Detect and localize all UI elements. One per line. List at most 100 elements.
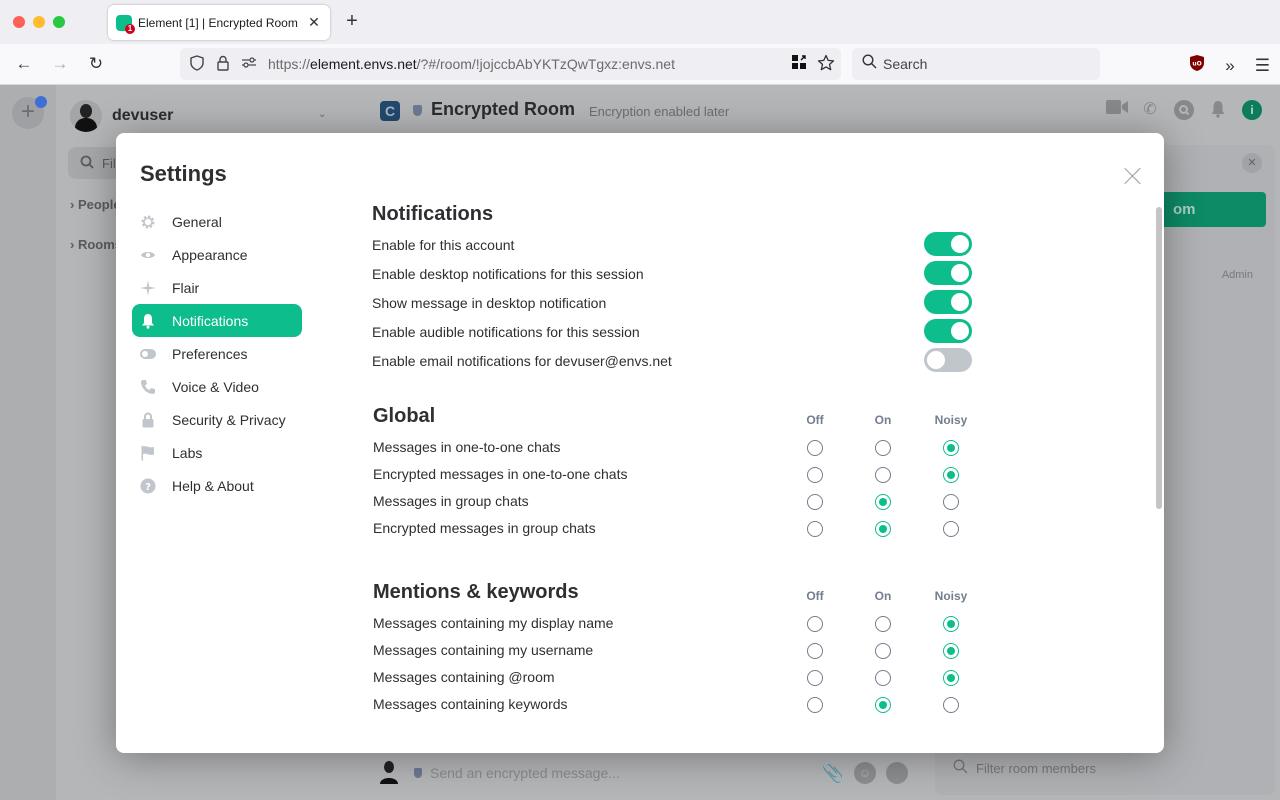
settings-tab-help-about[interactable]: ? Help & About <box>132 469 302 502</box>
radio-off[interactable] <box>807 643 823 659</box>
settings-tab-general[interactable]: General <box>132 205 302 238</box>
settings-dialog: Settings General Appearance Flair Notifi… <box>116 133 1164 753</box>
settings-tab-security-privacy[interactable]: Security & Privacy <box>132 403 302 436</box>
address-bar[interactable]: https://element.envs.net/?#/room/!jojccb… <box>180 48 841 80</box>
window-minimize-button[interactable] <box>33 16 45 28</box>
browser-tab[interactable]: Element [1] | Encrypted Room ✕ <box>108 5 330 40</box>
radio-off[interactable] <box>807 494 823 510</box>
hamburger-menu-icon[interactable]: ☰ <box>1255 56 1270 76</box>
notifications-bell-icon[interactable] <box>1208 100 1228 120</box>
shield-icon[interactable] <box>188 55 206 73</box>
column-off: Off <box>806 589 824 603</box>
attachment-icon[interactable]: 📎 <box>822 762 844 784</box>
notifications-heading: Notifications <box>372 203 494 225</box>
radio-noisy[interactable] <box>943 440 959 456</box>
radio-off[interactable] <box>807 616 823 632</box>
radio-on[interactable] <box>875 521 891 537</box>
rule-label: Messages containing keywords <box>373 696 568 712</box>
filter-members-input[interactable]: Filter room members <box>953 759 1096 777</box>
rule-label: Messages containing my display name <box>373 615 614 631</box>
reload-button[interactable]: ↻ <box>84 52 108 76</box>
notification-toggle-switch[interactable] <box>924 348 972 372</box>
url-scheme: https:// <box>268 56 311 72</box>
window-close-button[interactable] <box>13 16 25 28</box>
svg-text:uO: uO <box>1193 61 1202 68</box>
radio-on[interactable] <box>875 697 891 713</box>
browser-search-box[interactable] <box>852 48 1100 80</box>
tab-close-icon[interactable]: ✕ <box>304 14 324 31</box>
radio-off[interactable] <box>807 697 823 713</box>
radio-noisy[interactable] <box>943 467 959 483</box>
settings-tab-voice-video[interactable]: Voice & Video <box>132 370 302 403</box>
voice-call-icon[interactable]: ✆ <box>1140 100 1160 120</box>
browser-search-input[interactable] <box>883 56 1083 72</box>
forward-button[interactable]: → <box>48 52 72 76</box>
radio-noisy[interactable] <box>943 670 959 686</box>
window-zoom-button[interactable] <box>53 16 65 28</box>
settings-tab-notifications[interactable]: Notifications <box>132 304 302 337</box>
extensions-overflow-icon[interactable]: » <box>1225 56 1234 76</box>
radio-noisy[interactable] <box>943 643 959 659</box>
radio-noisy[interactable] <box>943 521 959 537</box>
radio-off[interactable] <box>807 670 823 686</box>
radio-noisy[interactable] <box>943 616 959 632</box>
notification-toggle-switch[interactable] <box>924 290 972 314</box>
rule-label: Messages containing @room <box>373 669 555 685</box>
user-display-name: devuser <box>112 107 174 124</box>
rule-label: Encrypted messages in group chats <box>373 520 596 536</box>
settings-scrollbar[interactable] <box>1156 207 1162 509</box>
mention-rules: Messages containing my display name Messa… <box>372 611 1152 719</box>
new-tab-button[interactable]: + <box>342 10 362 33</box>
room-name[interactable]: Encrypted Room <box>431 99 575 120</box>
radio-on[interactable] <box>875 643 891 659</box>
radio-on[interactable] <box>875 670 891 686</box>
permissions-icon[interactable] <box>240 55 258 73</box>
back-button[interactable]: ← <box>12 52 36 76</box>
room-info-icon[interactable]: i <box>1242 100 1262 120</box>
notification-toggle-switch[interactable] <box>924 319 972 343</box>
radio-off[interactable] <box>807 440 823 456</box>
rule-row: Messages containing my username <box>372 638 1152 665</box>
video-call-icon[interactable] <box>1106 100 1128 120</box>
close-panel-icon[interactable]: ✕ <box>1242 153 1262 173</box>
member-role: Admin <box>1221 269 1253 281</box>
emoji-icon[interactable]: ☺ <box>854 762 876 784</box>
radio-noisy[interactable] <box>943 697 959 713</box>
toggle-row: Enable for this account <box>372 230 1152 259</box>
phone-icon <box>140 379 156 395</box>
notification-toggle-switch[interactable] <box>924 232 972 256</box>
notification-toggles: Enable for this account Enable desktop no… <box>372 230 1152 375</box>
column-noisy: Noisy <box>934 413 968 427</box>
browser-tab-bar: Element [1] | Encrypted Room ✕ + <box>0 0 1280 44</box>
radio-off[interactable] <box>807 467 823 483</box>
chevron-down-icon[interactable]: ⌄ <box>318 109 326 120</box>
radio-on[interactable] <box>875 616 891 632</box>
close-icon[interactable] <box>1121 164 1145 188</box>
radio-on[interactable] <box>875 440 891 456</box>
ublock-origin-icon[interactable]: uO <box>1189 54 1205 77</box>
lock-icon[interactable] <box>214 55 232 73</box>
radio-on[interactable] <box>875 467 891 483</box>
toggle-label: Enable email notifications for devuser@e… <box>372 352 672 369</box>
settings-tab-flair[interactable]: Flair <box>132 271 302 304</box>
qr-code-icon[interactable] <box>791 54 807 77</box>
composer-input[interactable]: Send an encrypted message... <box>430 765 620 781</box>
bookmark-star-icon[interactable] <box>817 54 835 77</box>
radio-on[interactable] <box>875 494 891 510</box>
user-menu[interactable]: devuser <box>70 100 173 132</box>
room-avatar[interactable]: C <box>380 101 400 121</box>
settings-tab-appearance[interactable]: Appearance <box>132 238 302 271</box>
url-text[interactable]: https://element.envs.net/?#/room/!jojccb… <box>268 56 675 72</box>
radio-noisy[interactable] <box>943 494 959 510</box>
sparkle-icon <box>140 279 156 296</box>
sticker-icon[interactable] <box>886 762 908 784</box>
room-search-icon[interactable] <box>1174 100 1194 120</box>
settings-tab-preferences[interactable]: Preferences <box>132 337 302 370</box>
settings-tab-labs[interactable]: Labs <box>132 436 302 469</box>
mentions-header: Mentions & keywords Off On Noisy <box>372 581 1152 611</box>
svg-text:?: ? <box>145 482 151 493</box>
notification-toggle-switch[interactable] <box>924 261 972 285</box>
section-rooms[interactable]: › Rooms <box>70 237 122 252</box>
section-people[interactable]: › People <box>70 197 121 212</box>
radio-off[interactable] <box>807 521 823 537</box>
